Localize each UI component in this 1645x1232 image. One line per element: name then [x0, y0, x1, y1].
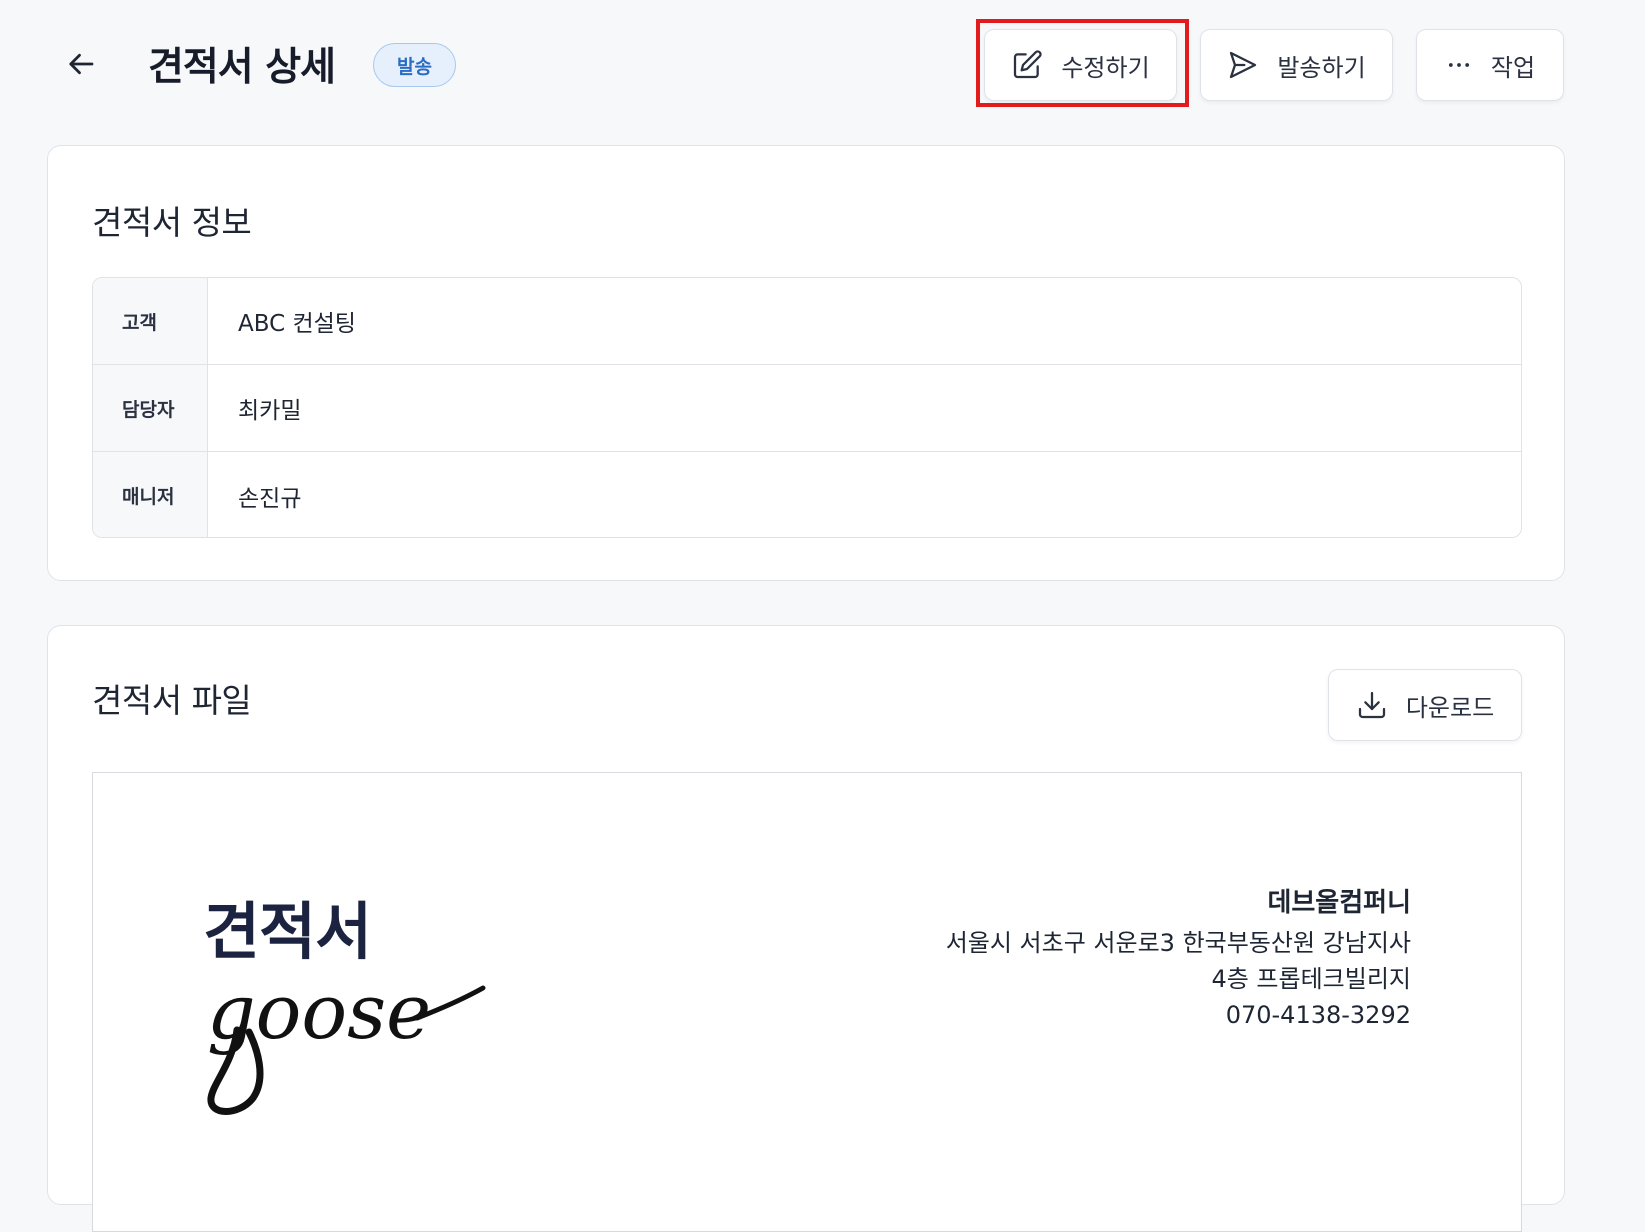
more-actions-label: 작업: [1490, 53, 1536, 82]
info-value: ABC 컨설팅: [238, 311, 356, 337]
status-badge: 발송: [373, 43, 456, 87]
document-title: 견적서: [203, 895, 372, 968]
info-value: 손진규: [238, 485, 302, 512]
quote-info-card: 견적서 정보 고객 ABC 컨설팅 담당자 최카밀 매니저 손진규: [47, 145, 1565, 581]
svg-text:goose: goose: [207, 968, 431, 1056]
edit-button[interactable]: 수정하기: [984, 29, 1177, 101]
send-icon: [1230, 51, 1257, 79]
quote-file-card: 견적서 파일 다운로드 견적서 goose 데브올컴퍼니 서울시 서초구 서운로…: [47, 625, 1565, 1232]
arrow-left-icon: [69, 53, 94, 75]
info-label: 매니저: [93, 452, 208, 537]
quote-file-title: 견적서 파일: [92, 681, 252, 720]
back-button[interactable]: [62, 44, 102, 84]
page-title: 견적서 상세: [148, 45, 336, 90]
info-row-manager: 매니저 손진규: [93, 452, 1521, 537]
quote-info-title: 견적서 정보: [92, 203, 252, 242]
page-header: 견적서 상세 발송 수정하기 발송하기 작업: [0, 0, 1645, 130]
goose-logo: goose: [207, 968, 486, 1115]
ellipsis-icon: [1448, 63, 1469, 67]
pencil-icon: [1014, 50, 1042, 79]
more-actions-button[interactable]: 작업: [1416, 29, 1564, 101]
info-value: 최카밀: [238, 398, 302, 424]
document-preview[interactable]: 견적서 goose 데브올컴퍼니 서울시 서초구 서운로3 한국부동산원 강남지…: [92, 772, 1522, 1232]
download-button-label: 다운로드: [1405, 693, 1495, 722]
send-button[interactable]: 발송하기: [1200, 29, 1393, 101]
download-icon: [1358, 691, 1385, 719]
company-info: 데브올컴퍼니 서울시 서초구 서운로3 한국부동산원 강남지사 4층 프롭테크빌…: [946, 885, 1411, 1033]
info-label: 고객: [93, 278, 208, 364]
company-address-line1: 서울시 서초구 서운로3 한국부동산원 강남지사: [945, 929, 1411, 957]
send-button-label: 발송하기: [1277, 53, 1366, 82]
quote-info-table: 고객 ABC 컨설팅 담당자 최카밀 매니저 손진규: [92, 277, 1522, 538]
info-row-customer: 고객 ABC 컨설팅: [93, 278, 1521, 365]
info-label: 담당자: [93, 365, 208, 451]
company-address-line2: 4층 프롭테크빌리지: [1211, 965, 1411, 993]
info-row-contact: 담당자 최카밀: [93, 365, 1521, 452]
company-name: 데브올컴퍼니: [1267, 888, 1411, 918]
download-button[interactable]: 다운로드: [1328, 669, 1522, 741]
company-phone: 070-4138-3292: [1225, 1001, 1411, 1029]
edit-button-label: 수정하기: [1061, 53, 1150, 82]
